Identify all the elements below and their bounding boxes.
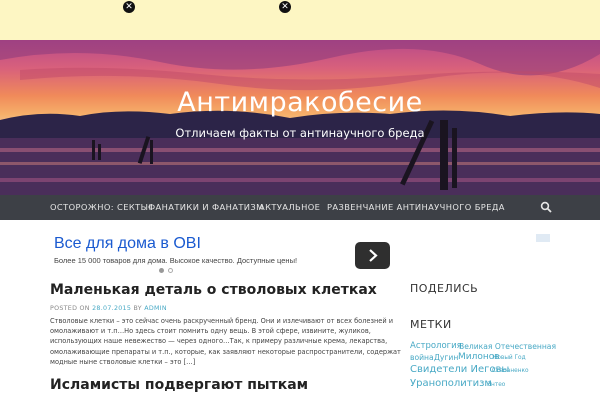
tag-link[interactable]: война (410, 353, 434, 362)
chevron-right-icon (369, 249, 378, 262)
excerpt-line: омолаживающие препараты и т.п., которые,… (50, 347, 401, 356)
ad-text: Более 15 000 товаров для дома. Высокое к… (54, 256, 298, 265)
site-tagline: Отличаем факты от антинаучного бреда (175, 126, 425, 140)
tag-link[interactable]: Новый Год (493, 355, 526, 361)
excerpt-line: омолаживают и т.п…Но здесь стоит помнить… (50, 327, 371, 336)
ad-next-button[interactable] (355, 242, 390, 269)
header-banner: Антимракобесие Отличаем факты от антинау… (0, 40, 600, 195)
tag-link[interactable]: Астрология (410, 341, 462, 351)
tags-widget-title: МЕТКИ (410, 318, 452, 331)
nav-item-debunking[interactable]: РАЗВЕНЧАНИЕ АНТИНАУЧНОГО БРЕДА (327, 202, 505, 212)
meta-posted-label: POSTED ON (50, 305, 90, 312)
post-title[interactable]: Маленькая деталь о стволовых клетках (50, 282, 377, 298)
post-meta: POSTED ON 28.07.2015 BY ADMIN (50, 305, 167, 312)
nav-item-fanatics[interactable]: ФАНАТИКИ И ФАНАТИЗМ (148, 202, 264, 212)
post-excerpt: Стволовые клетки – это сейчас очень раск… (50, 316, 401, 367)
ad-pager-dot[interactable] (168, 268, 173, 273)
share-widget-title: ПОДЕЛИСЬ (410, 282, 479, 295)
ad-pager-dot[interactable] (159, 268, 164, 273)
excerpt-line: модные ныне стволовые клетки – это […] (50, 357, 196, 366)
tag-link[interactable]: Энтео (487, 382, 505, 388)
nav-item-sects[interactable]: ОСТОРОЖНО: СЕКТЫ! (50, 202, 152, 212)
close-icon[interactable]: ✕ (123, 1, 135, 13)
excerpt-line: использующих наше невежество — через одн… (50, 337, 388, 346)
main-navigation: ОСТОРОЖНО: СЕКТЫ! ФАНАТИКИ И ФАНАТИЗМ АК… (0, 195, 600, 220)
tag-link[interactable]: Великая Отечественная (459, 342, 556, 351)
ad-title[interactable]: Все для дома в OBI (54, 235, 201, 253)
ad-choices-icon[interactable] (536, 234, 550, 242)
meta-by-label: BY (133, 305, 142, 312)
nav-item-actual[interactable]: АКТУАЛЬНОЕ (259, 202, 320, 212)
site-title[interactable]: Антимракобесие (0, 87, 600, 118)
tag-link[interactable]: Уранополитизм (410, 378, 492, 389)
search-icon[interactable] (540, 201, 552, 213)
post-author-link[interactable]: ADMIN (144, 305, 167, 312)
tag-link[interactable]: Степаненко (492, 368, 529, 374)
post-date-link[interactable]: 28.07.2015 (92, 305, 131, 312)
close-icon[interactable]: ✕ (279, 1, 291, 13)
ad-banner[interactable]: Все для дома в OBI Более 15 000 товаров … (50, 233, 550, 275)
excerpt-line: Стволовые клетки – это сейчас очень раск… (50, 317, 394, 325)
tag-link[interactable]: Дугин (434, 353, 458, 362)
post-title[interactable]: Исламисты подвергают пыткам (50, 377, 308, 393)
notice-bar: ✕ ✕ (0, 0, 600, 40)
